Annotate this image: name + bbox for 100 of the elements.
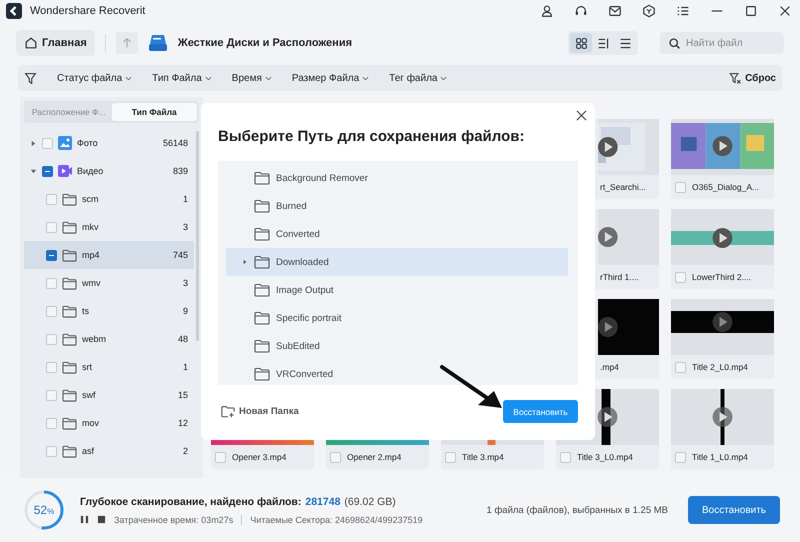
stop-icon[interactable] [97,515,106,524]
folder-name: VRConverted [276,368,334,380]
folder-name: Burned [276,200,307,212]
up-button[interactable] [116,32,138,54]
tree-item[interactable]: srt 1 [24,353,194,381]
file-name: Opener 2.mp4 [347,452,402,462]
checkbox[interactable] [675,182,686,192]
checkbox[interactable] [46,194,57,204]
item-count: 745 [172,250,188,260]
progress-percent: 52% [32,502,56,519]
tree-label: ts [82,306,90,316]
file-card[interactable]: O365_Dialog_A... [671,119,774,199]
app-logo-icon [6,3,22,19]
caret-down-icon[interactable] [30,168,37,174]
close-icon[interactable] [778,4,792,18]
checkbox[interactable] [46,306,57,316]
mail-icon[interactable] [608,4,622,18]
checkbox[interactable] [445,452,456,462]
file-card[interactable]: Title 1_L0.mp4 [671,389,774,469]
checkbox[interactable] [46,250,57,260]
folder-icon [254,199,270,213]
user-icon[interactable] [540,4,554,18]
caret-right-icon[interactable] [30,140,37,146]
list-view-icon [618,36,632,50]
tree-item[interactable]: Видео 839 [24,157,194,185]
file-name: rt_Searchi... [600,182,646,192]
cube-icon[interactable] [642,4,656,18]
tree-item[interactable]: Фото 56148 [24,129,194,157]
checkbox[interactable] [42,138,53,148]
checkbox[interactable] [560,452,571,462]
checkbox[interactable] [46,390,57,400]
search-box[interactable]: Найти файл [660,32,784,54]
filter-dropdown[interactable]: Тег файла [389,72,448,84]
chevron-down-icon [440,74,448,82]
filter-dropdown[interactable]: Тип Файла [152,72,212,84]
folder-item[interactable]: Downloaded [226,248,568,276]
maximize-icon[interactable] [744,4,758,18]
file-name: Title 2_L0.mp4 [692,362,748,372]
filter-dropdown[interactable]: Статус файла [57,72,132,84]
found-count: 281748 [305,496,340,508]
file-card[interactable]: Title 2_L0.mp4 [671,299,774,379]
close-icon[interactable] [576,110,587,121]
checkbox[interactable] [46,222,57,232]
item-count: 15 [178,390,188,400]
pause-icon[interactable] [80,515,89,524]
selection-summary: 1 файла (файлов), выбранных в 1.25 MB [486,504,668,516]
tree-item[interactable]: mp4 745 [24,241,194,269]
found-size: (69.02 GB) [344,496,396,508]
checkbox[interactable] [675,272,686,282]
checkbox[interactable] [46,334,57,344]
checkbox[interactable] [675,362,686,372]
sidebar-tab[interactable]: Тип Файла [112,103,197,121]
tree-item[interactable]: swf 15 [24,381,194,409]
chevron-down-icon [204,74,212,82]
checkbox[interactable] [675,452,686,462]
tree-item[interactable]: webm 48 [24,325,194,353]
view-mode-button[interactable] [570,33,592,53]
caret-right-icon[interactable] [242,259,248,265]
elapsed-time: Затраченное время: 03m27s [114,514,234,524]
filter-dropdown[interactable]: Размер Файла [292,72,370,84]
folder-icon [62,388,77,402]
checkbox[interactable] [46,418,57,428]
scan-status-text: Глубокое сканирование, найдено файлов: [80,496,302,508]
tree-label: mkv [82,222,100,232]
checkbox[interactable] [46,362,57,372]
file-name: rThird 1.... [600,272,639,282]
new-folder-button[interactable]: Новая Папка [221,405,299,418]
headset-icon[interactable] [574,4,588,18]
folder-icon [254,367,270,381]
checkbox[interactable] [46,446,57,456]
tree-item[interactable]: ts 9 [24,297,194,325]
checkbox[interactable] [42,166,53,176]
folder-name: SubEdited [276,340,320,352]
checkbox[interactable] [46,278,57,288]
recover-button[interactable]: Восстановить [688,496,780,524]
checkbox[interactable] [330,452,341,462]
folder-icon [254,311,270,325]
image-icon [58,136,72,150]
search-field[interactable]: Найти файл [686,38,776,48]
tree-item[interactable]: wmv 3 [24,269,194,297]
checkbox[interactable] [215,452,226,462]
video-icon [58,164,72,178]
tree-item[interactable]: scm 1 [24,185,194,213]
file-card[interactable]: LowerThird 2.... [671,209,774,289]
tree-item[interactable]: asf 2 [24,437,194,465]
file-name: .mp4 [600,362,619,372]
tree-item[interactable]: mkv 3 [24,213,194,241]
tree-item[interactable]: mov 12 [24,409,194,437]
menu-icon[interactable] [676,4,690,18]
home-button[interactable]: Главная [16,30,95,56]
window-title: Wondershare Recoverit [30,5,146,17]
reset-button[interactable]: Сброс [729,72,776,84]
video-thumbnail [598,209,659,265]
search-icon [668,36,681,50]
tree-label: Видео [77,166,104,176]
scrollbar[interactable] [196,131,199,341]
tree-label: swf [82,390,96,400]
location-title: Жесткие Диски и Расположения [178,37,352,49]
item-count: 9 [182,306,188,316]
filter-dropdown[interactable]: Время [232,72,272,84]
